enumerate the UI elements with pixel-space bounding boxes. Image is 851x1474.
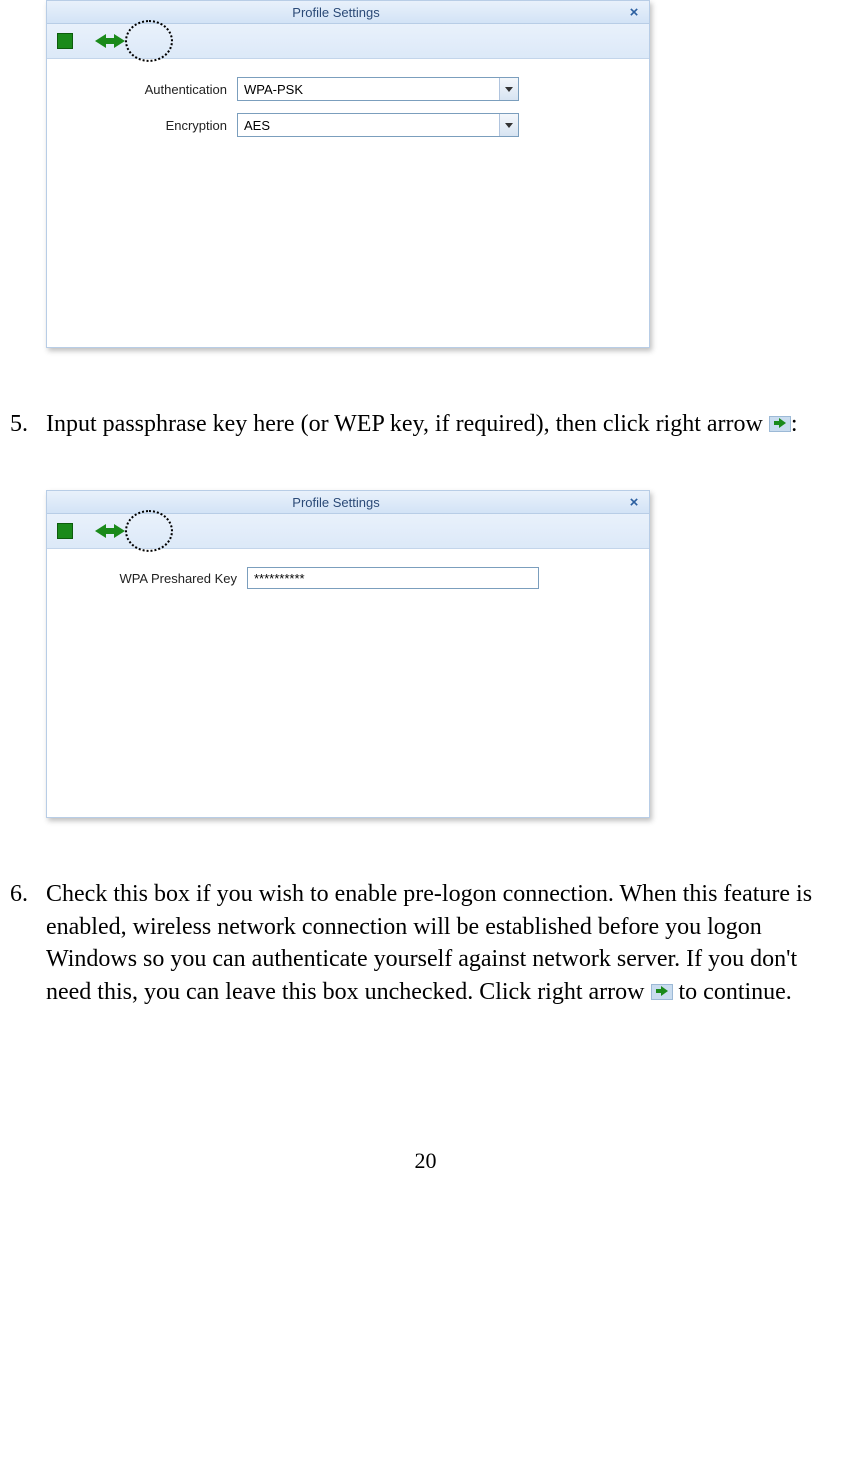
step-number: 6. <box>10 878 28 910</box>
chevron-down-icon <box>505 87 513 92</box>
chevron-down-icon <box>505 123 513 128</box>
dialog-title: Profile Settings <box>47 495 625 510</box>
close-icon[interactable]: × <box>625 494 643 511</box>
dialog-toolbar <box>47 514 649 549</box>
forward-arrow-inline-icon <box>651 984 673 1000</box>
step-5: 5. Input passphrase key here (or WEP key… <box>10 408 841 440</box>
auth-value: WPA-PSK <box>238 82 499 97</box>
dropdown-button[interactable] <box>499 114 518 136</box>
profile-settings-dialog-auth: Profile Settings × Authentication WPA-PS… <box>46 0 650 348</box>
dialog-body: Authentication WPA-PSK Encryption AES <box>47 59 649 347</box>
highlight-annotation <box>125 510 173 552</box>
forward-arrow-inline-icon <box>769 416 791 432</box>
dialog-titlebar: Profile Settings × <box>47 491 649 514</box>
auth-label: Authentication <box>67 82 237 97</box>
page-number: 20 <box>10 1148 841 1174</box>
stop-icon[interactable] <box>57 523 73 539</box>
auth-combobox[interactable]: WPA-PSK <box>237 77 519 101</box>
back-arrow-icon[interactable] <box>95 524 106 538</box>
close-icon[interactable]: × <box>625 4 643 21</box>
back-arrow-icon[interactable] <box>95 34 106 48</box>
dialog-toolbar <box>47 24 649 59</box>
enc-label: Encryption <box>67 118 237 133</box>
forward-arrow-icon[interactable] <box>114 34 125 48</box>
step-text-before: Input passphrase key here (or WEP key, i… <box>46 411 769 437</box>
enc-row: Encryption AES <box>67 113 629 137</box>
dialog-body: WPA Preshared Key <box>47 549 649 817</box>
stop-icon[interactable] <box>57 33 73 49</box>
psk-label: WPA Preshared Key <box>67 571 247 586</box>
psk-input[interactable] <box>247 567 539 589</box>
dialog-titlebar: Profile Settings × <box>47 1 649 24</box>
dialog-title: Profile Settings <box>47 5 625 20</box>
dropdown-button[interactable] <box>499 78 518 100</box>
step-text-after: : <box>791 411 798 437</box>
highlight-annotation <box>125 20 173 62</box>
profile-settings-dialog-psk: Profile Settings × WPA Preshared Key <box>46 490 650 818</box>
forward-arrow-icon[interactable] <box>114 524 125 538</box>
step-6: 6. Check this box if you wish to enable … <box>10 878 841 1008</box>
enc-combobox[interactable]: AES <box>237 113 519 137</box>
step-text-after: to continue. <box>679 979 792 1005</box>
psk-row: WPA Preshared Key <box>67 567 629 589</box>
auth-row: Authentication WPA-PSK <box>67 77 629 101</box>
step-number: 5. <box>10 408 28 440</box>
enc-value: AES <box>238 118 499 133</box>
